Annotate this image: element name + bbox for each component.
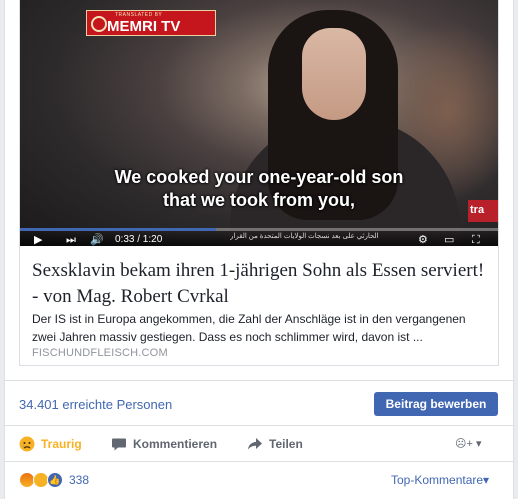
reaction-count[interactable]: 338 (69, 473, 89, 487)
reactions-summary[interactable]: 👍 338 Top-Kommentare▾ (5, 462, 513, 498)
audience-selector[interactable]: ☹+ ▾ (455, 437, 482, 450)
globe-icon (91, 16, 107, 32)
subtitle-line-2: that we took from you, (162, 190, 355, 210)
sort-label: Top-Kommentare (391, 473, 484, 487)
video-progress-bar[interactable] (20, 228, 498, 231)
sort-chevron-down-icon: ▾ (483, 473, 490, 487)
article-domain: FISCHUNDFLEISCH.COM (32, 347, 168, 359)
memri-logo: TRANSLATED BY MEMRI TV (86, 10, 216, 36)
settings-gear-icon[interactable]: ⚙ (418, 234, 428, 246)
post: TRANSLATED BY MEMRI TV We cooked your on… (4, 0, 514, 499)
comment-sort-dropdown[interactable]: Top-Kommentare▾ (391, 473, 489, 487)
comment-button[interactable]: Kommentieren (111, 435, 217, 453)
share-arrow-icon (248, 438, 262, 450)
boost-post-button[interactable]: Beitrag bewerben (374, 392, 498, 416)
progress-fill (20, 228, 216, 231)
speaker-face (302, 28, 366, 120)
comment-label: Kommentieren (133, 437, 218, 451)
reaction-selector-icon: ☹+ (455, 438, 473, 450)
share-button[interactable]: Teilen (247, 435, 303, 453)
reaction-label: Traurig (41, 437, 82, 451)
chevron-down-icon: ▾ (475, 438, 482, 450)
fullscreen-icon[interactable]: ⛶ (472, 234, 480, 246)
like-reaction-icon: 👍 (47, 472, 63, 488)
video-time: 0:33 / 1:20 (115, 234, 163, 245)
link-preview-card[interactable]: TRANSLATED BY MEMRI TV We cooked your on… (19, 0, 499, 366)
video-player[interactable]: TRANSLATED BY MEMRI TV We cooked your on… (20, 0, 498, 246)
post-insights-bar: 34.401 erreichte Personen Beitrag bewerb… (5, 380, 513, 426)
skip-icon[interactable]: ⏭ (66, 234, 76, 246)
sad-face-icon (19, 436, 35, 452)
logo-brand: MEMRI TV (107, 18, 181, 35)
comment-icon (112, 438, 126, 451)
reach-link[interactable]: 34.401 erreichte Personen (19, 397, 172, 412)
play-icon[interactable]: ▶ (34, 234, 42, 246)
reaction-button[interactable]: Traurig (19, 435, 82, 453)
article-title[interactable]: Sexsklavin bekam ihren 1-jährigen Sohn a… (32, 258, 492, 310)
post-actions-bar: Traurig Kommentieren Teilen ☹+ ▾ (5, 426, 513, 462)
volume-icon[interactable]: 🔊 (90, 234, 104, 246)
theater-mode-icon[interactable]: ▭ (444, 234, 454, 246)
channel-badge: tra (468, 200, 498, 222)
subtitle-line-1: We cooked your one-year-old son (114, 167, 404, 187)
news-ticker: الحارثي على بعد نسجات الولايات المتحدة م… (230, 233, 379, 240)
share-label: Teilen (269, 437, 303, 451)
article-description: Der IS ist in Europa angekommen, die Zah… (32, 312, 466, 344)
